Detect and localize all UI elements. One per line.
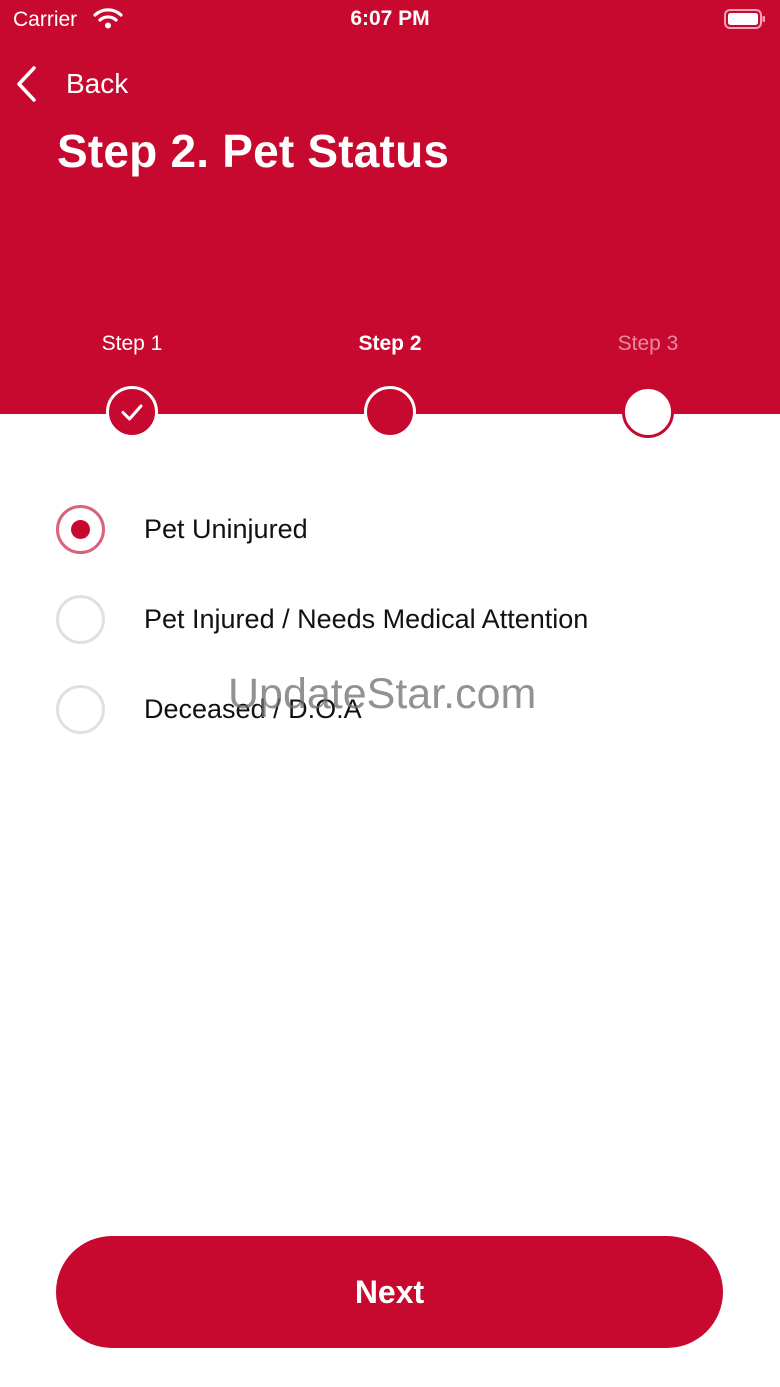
step-1-label: Step 1 <box>101 332 163 355</box>
step-3-upcoming-indicator <box>622 386 674 438</box>
step-3-label: Step 3 <box>617 332 679 355</box>
next-button[interactable]: Next <box>56 1236 723 1348</box>
option-pet-injured[interactable]: Pet Injured / Needs Medical Attention <box>56 594 588 644</box>
option-label: Deceased / D.O.A <box>144 693 362 724</box>
step-2-label: Step 2 <box>358 332 422 355</box>
step-2-current-indicator <box>364 386 416 438</box>
checkmark-icon <box>121 404 143 421</box>
status-time: 6:07 PM <box>350 7 430 30</box>
battery-icon <box>724 9 765 29</box>
header: Carrier 6:07 PM Back Step 2. Pet Status … <box>0 0 780 414</box>
option-label: Pet Uninjured <box>144 513 308 544</box>
radio-unselected[interactable] <box>56 594 105 644</box>
radio-unselected[interactable] <box>56 684 105 734</box>
step-1-completed-indicator <box>106 386 158 438</box>
back-label: Back <box>66 68 129 99</box>
option-pet-uninjured[interactable]: Pet Uninjured <box>56 504 308 554</box>
status-bar: Carrier 6:07 PM <box>0 0 780 44</box>
option-deceased[interactable]: Deceased / D.O.A <box>56 684 362 734</box>
back-button[interactable]: Back <box>14 62 128 106</box>
page-title: Step 2. Pet Status <box>57 125 450 177</box>
chevron-left-icon <box>17 66 36 102</box>
radio-selected[interactable] <box>56 504 105 554</box>
option-label: Pet Injured / Needs Medical Attention <box>144 603 589 634</box>
